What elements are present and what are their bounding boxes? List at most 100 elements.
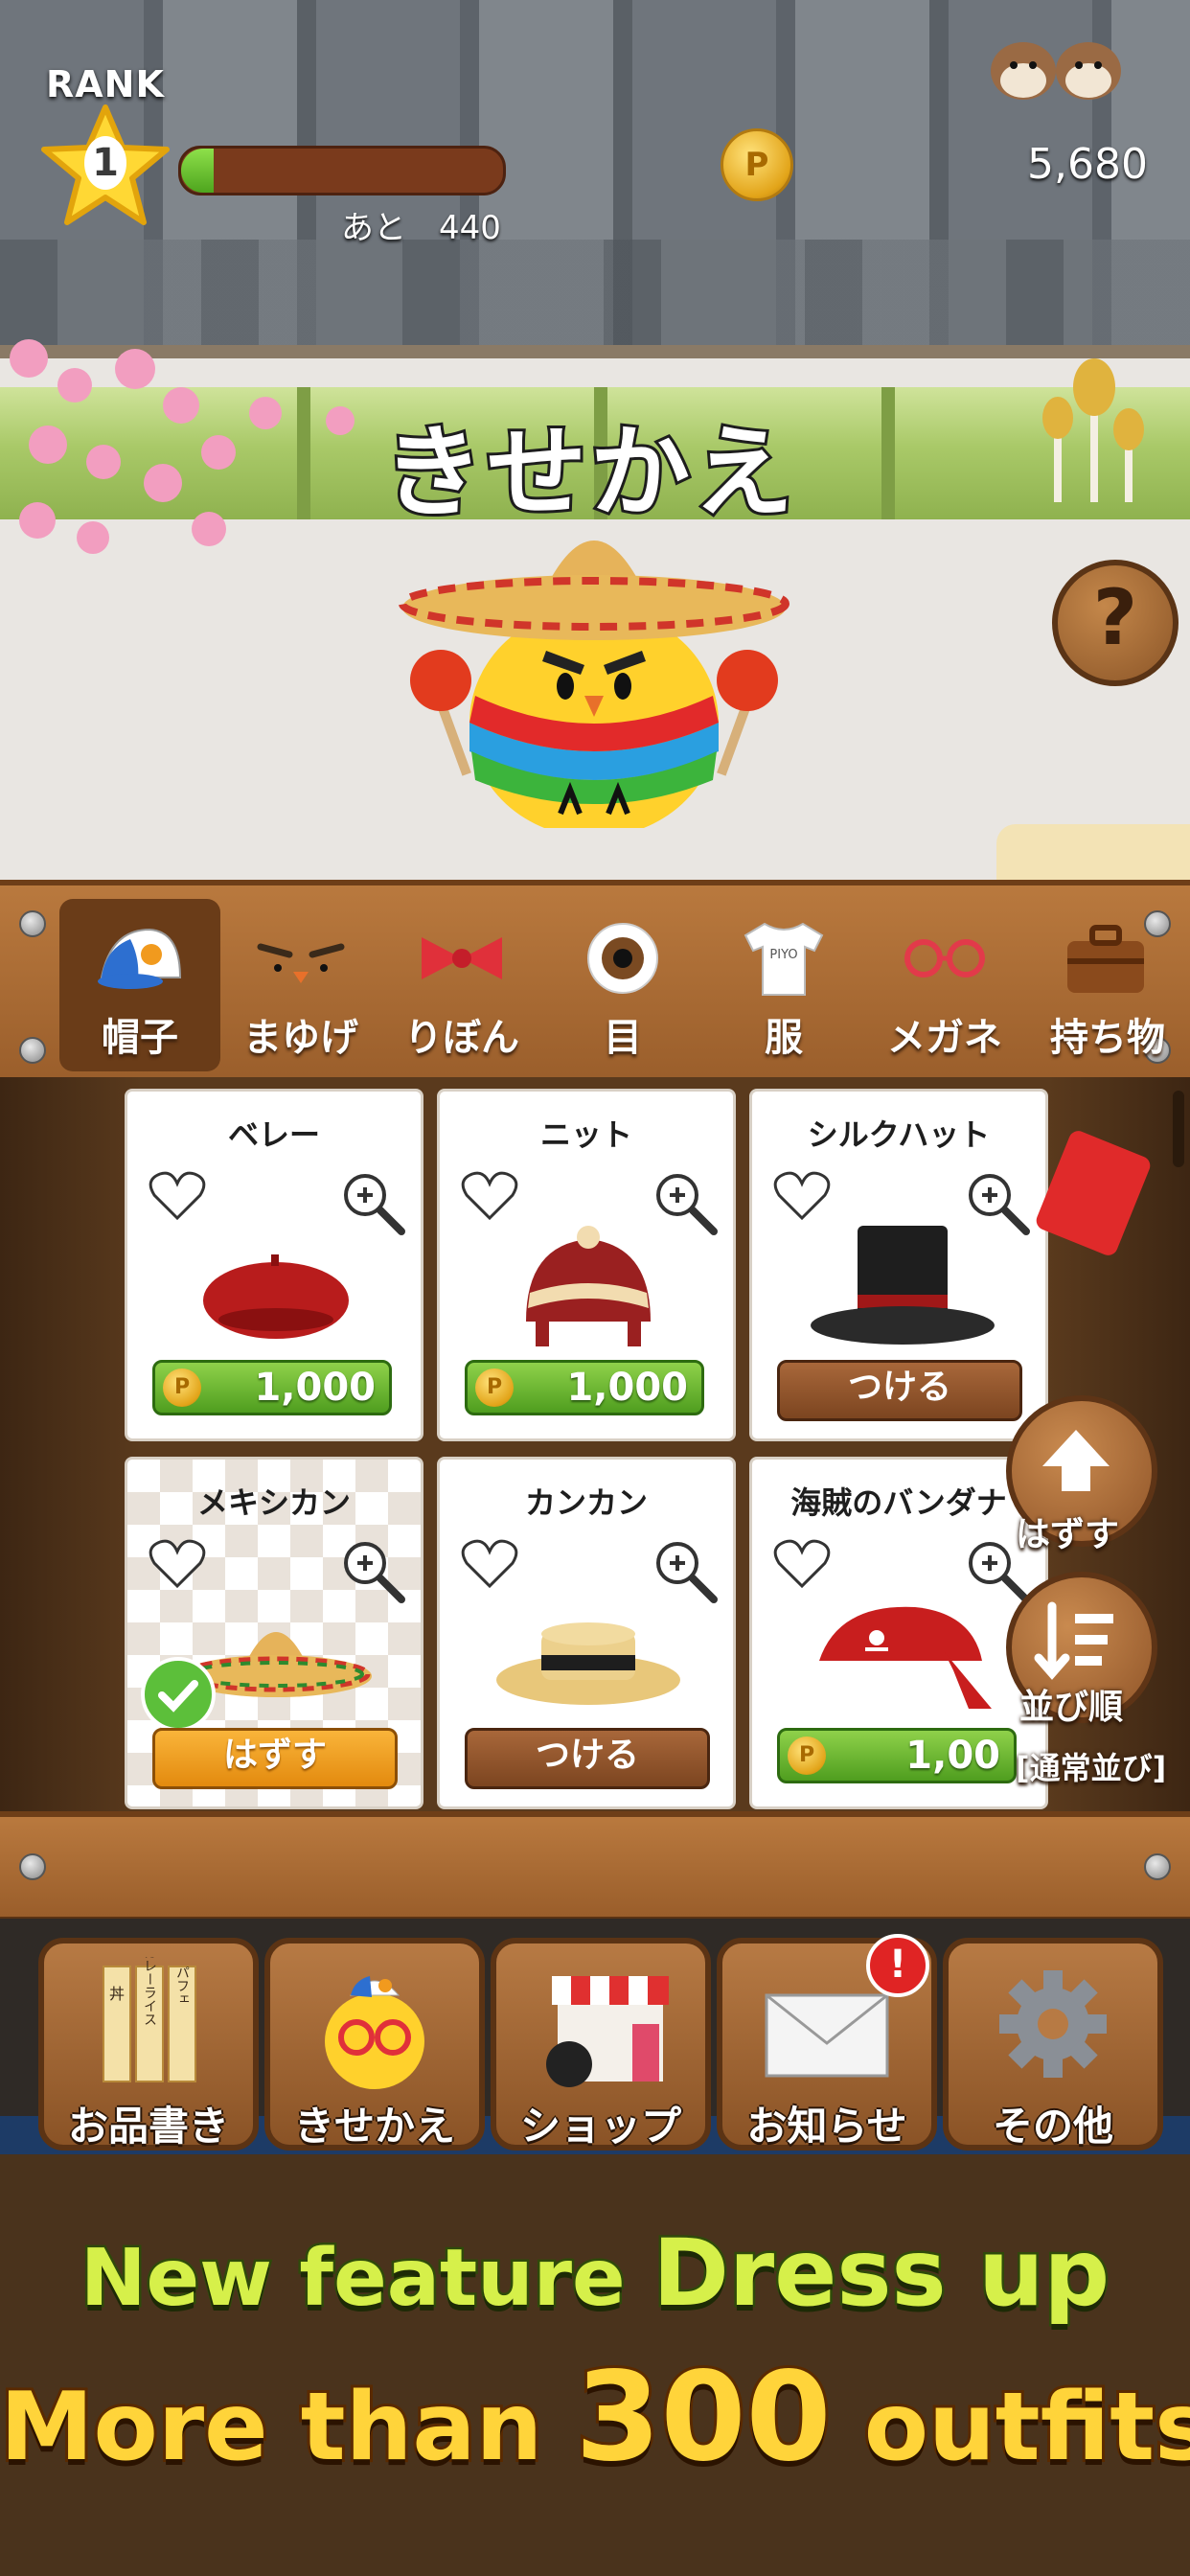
heart-icon[interactable] [773,1536,831,1590]
equip-button[interactable]: つける [465,1728,710,1789]
sparrows-icon [991,42,1121,100]
category-label: 帽子 [102,1016,178,1060]
price-button[interactable]: P 1,000 [152,1360,392,1415]
top-hat-icon [811,1226,995,1345]
remove-item-button[interactable]: はずす [152,1728,398,1789]
dress-up-screen: RANK 1 あと 440 P 5,680 きせかえ ? 帽子 まゆげ りぼん … [0,0,1190,2576]
item-card-beret[interactable]: ベレー P 1,000 [125,1089,423,1441]
category-label: 持ち物 [1050,1016,1165,1060]
item-name: ニット [539,1116,632,1153]
menu-board-text: カレーライス [142,1957,157,2026]
menu-board-text: パフェ [174,1966,190,2006]
scrollbar[interactable] [1173,1091,1184,1167]
menu-board-text: 丼 [109,1985,125,2003]
item-name: 海賊のバンダナ [790,1484,1007,1521]
dress-up-chick-icon [325,1976,424,2089]
beret-icon [203,1254,349,1339]
cap-icon [98,928,182,989]
heart-icon[interactable] [461,1168,518,1222]
notification-badge: ! [866,1934,929,1997]
item-name: シルクハット [807,1116,991,1153]
item-card-mexican[interactable]: メキシカン はずす [125,1457,423,1809]
item-card-knit[interactable]: ニット P 1,000 [437,1089,736,1441]
dress-up-scene: きせかえ ? [0,339,1190,884]
item-card-boater[interactable]: カンカン つける [437,1457,736,1809]
scroll-note-decoration [996,824,1190,884]
item-price: 1,000 [254,1366,376,1410]
pirate-bandana-icon [819,1606,992,1709]
nav-label: ショップ [519,2103,681,2150]
shop-icon [546,1976,669,2087]
item-name: カンカン [524,1484,648,1521]
category-tab-ribbon[interactable]: りぼん [381,899,542,1071]
category-tab-eye[interactable]: 目 [542,899,703,1071]
gear-icon [999,1970,1107,2078]
item-name: メキシカン [196,1484,351,1521]
price-button[interactable]: P 1,000 [465,1360,704,1415]
item-name: ベレー [227,1116,320,1153]
nav-news-button[interactable]: ! お知らせ [717,1934,937,2150]
scene-title: きせかえ [380,411,798,534]
category-label: 服 [765,1016,803,1060]
heart-icon[interactable] [461,1536,518,1590]
category-label: まゆげ [243,1016,358,1060]
tshirt-print-text: PIYO [769,948,797,962]
nav-shop-button[interactable]: ショップ [491,1938,711,2150]
promo-text: Dress up [651,2218,1112,2330]
item-card-pirate-bandana[interactable]: 海賊のバンダナ P 1,00 [749,1457,1048,1809]
bottom-nav: 丼 カレーライス パフェ お品書き きせかえ ショップ ! お知らせ その他 [0,1919,1190,2154]
category-bar: 帽子 まゆげ りぼん 目 PIYO 服 メガネ 持ち物 [0,880,1190,1091]
heart-icon[interactable] [773,1168,831,1222]
xp-progress-bar [178,146,506,196]
category-label: 目 [604,1016,642,1060]
category-tab-eyebrows[interactable]: まゆげ [220,899,381,1071]
coin-count: 5,680 [1027,140,1148,189]
help-button[interactable]: ? [1052,560,1179,686]
knit-hat-icon [526,1226,651,1346]
xp-progress-fill [181,149,214,193]
nav-menu-button[interactable]: 丼 カレーライス パフェ お品書き [38,1938,259,2150]
coin-icon: P [475,1368,514,1407]
menu-board-icon: 丼 カレーライス パフェ [103,1957,196,2082]
boater-hat-icon [496,1622,680,1705]
sort-label: 並び順 [1019,1688,1124,1727]
category-tab-items[interactable]: 持ち物 [1025,899,1169,1071]
promo-text: 300 [572,2343,834,2492]
nav-label: その他 [992,2103,1113,2150]
coin-icon: P [721,128,793,201]
item-price: 1,00 [905,1734,1000,1778]
nav-other-button[interactable]: その他 [943,1938,1163,2150]
heart-icon[interactable] [149,1168,206,1222]
promo-line-1: New feature Dress up [0,2218,1190,2330]
category-tab-hat[interactable]: 帽子 [59,899,220,1071]
promo-line-2: More than 300 outfits! [0,2343,1190,2492]
item-price: 1,000 [566,1366,688,1410]
coin-icon: P [163,1368,201,1407]
eyebrows-icon [257,943,345,983]
tshirt-icon: PIYO [744,922,824,996]
rank-label: RANK [46,63,165,105]
category-tab-glasses[interactable]: メガネ [864,899,1025,1071]
eye-icon [587,923,658,994]
xp-remaining-text: あと 440 [341,209,501,247]
nav-label: きせかえ [293,2103,455,2150]
remove-all-label: はずす [1016,1515,1120,1554]
heart-icon[interactable] [149,1536,206,1590]
coin-icon: P [788,1736,826,1775]
sort-mode-label: [通常並び] [1016,1750,1167,1786]
check-icon [141,1657,216,1732]
nav-dress-up-button[interactable]: きせかえ [264,1938,485,2150]
item-card-silk-hat[interactable]: シルクハット つける [749,1089,1048,1441]
equip-button[interactable]: つける [777,1360,1022,1421]
nav-label: お品書き [67,2103,229,2150]
category-tab-clothes[interactable]: PIYO 服 [703,899,864,1071]
rank-value: 1 [84,136,126,190]
category-label: りぼん [404,1016,519,1060]
promo-banner: New feature Dress up More than 300 outfi… [0,2154,1190,2576]
category-label: メガネ [887,1016,1002,1060]
grid-bottom-bar [0,1811,1190,1924]
promo-text: More than [0,2370,576,2485]
promo-text: New feature [78,2231,653,2327]
price-button[interactable]: P 1,00 [777,1728,1017,1783]
nav-label: お知らせ [746,2103,907,2150]
